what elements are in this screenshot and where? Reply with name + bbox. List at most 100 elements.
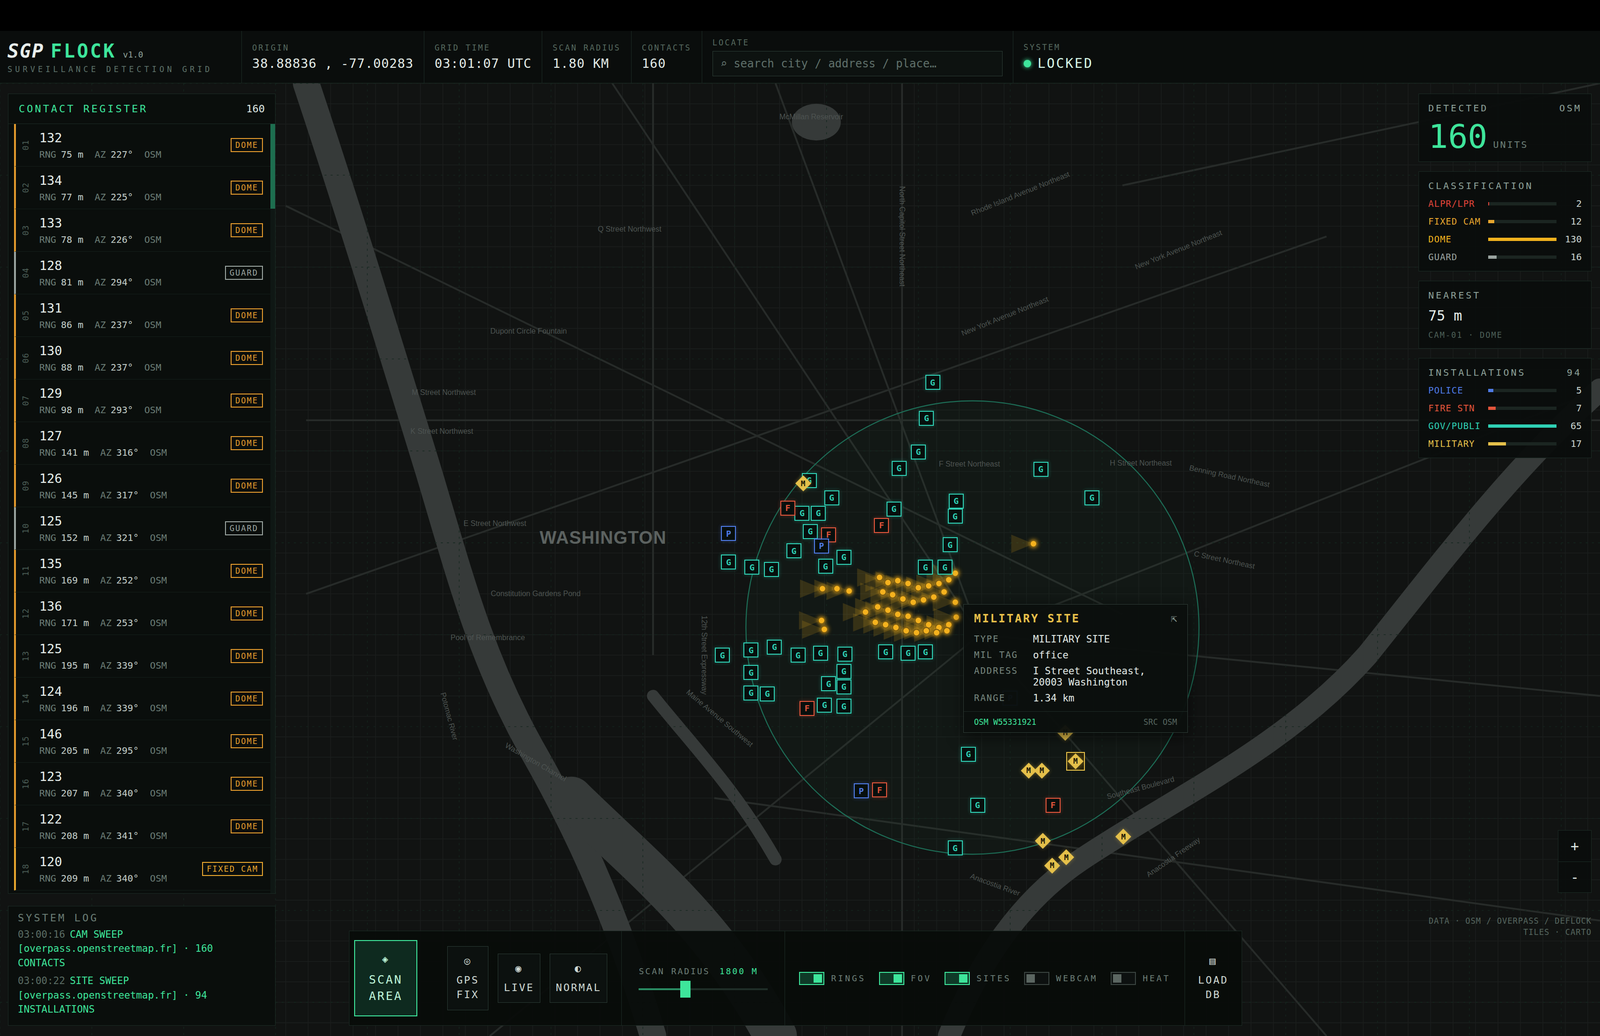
toggle-switch[interactable]	[799, 971, 825, 985]
layer-toggle[interactable]: FOV	[879, 971, 932, 985]
camera-contact[interactable]	[894, 576, 902, 585]
camera-contact[interactable]	[845, 587, 853, 595]
contact-row[interactable]: 09126RNG145 mAZ317°OSMDOME	[14, 464, 271, 508]
camera-contact[interactable]	[904, 579, 912, 588]
site-marker[interactable]: G	[837, 646, 853, 662]
site-marker[interactable]: G	[824, 490, 840, 506]
search-field[interactable]: ⌕	[712, 50, 1003, 77]
contact-row[interactable]: 12136RNG171 mAZ253°OSMDOME	[14, 592, 271, 635]
action-button[interactable]: ◉LIVE	[497, 953, 541, 1004]
site-marker[interactable]: P	[853, 783, 869, 799]
contact-row[interactable]: 04128RNG81 mAZ294°OSMGUARD	[14, 251, 271, 295]
site-marker[interactable]: M	[1032, 761, 1052, 780]
camera-contact[interactable]	[951, 598, 960, 606]
camera-contact[interactable]	[820, 625, 829, 633]
camera-contact[interactable]	[922, 626, 931, 635]
site-marker[interactable]: G	[786, 543, 802, 559]
radius-slider[interactable]: SCAN RADIUS1800 M	[621, 930, 786, 1026]
site-marker[interactable]: M	[1066, 751, 1085, 771]
site-marker[interactable]: G	[836, 698, 852, 714]
zoom-button[interactable]: +	[1558, 830, 1592, 862]
site-marker[interactable]: G	[816, 697, 832, 713]
camera-contact[interactable]	[875, 573, 884, 582]
site-marker[interactable]: G	[836, 663, 852, 679]
camera-contact[interactable]	[879, 588, 887, 596]
contact-row[interactable]: 06130RNG88 mAZ237°OSMDOME	[14, 336, 271, 380]
site-marker[interactable]: G	[818, 558, 834, 574]
camera-contact[interactable]	[1029, 539, 1038, 548]
site-marker[interactable]: G	[836, 549, 852, 565]
site-marker[interactable]: M	[793, 473, 813, 493]
site-marker[interactable]: G	[766, 639, 782, 655]
site-marker[interactable]: P	[720, 525, 736, 541]
site-marker[interactable]: G	[948, 493, 964, 509]
slider-thumb[interactable]	[680, 980, 691, 998]
site-marker[interactable]: M	[1113, 827, 1133, 846]
site-marker[interactable]: G	[917, 559, 933, 575]
contact-row[interactable]: 17122RNG208 mAZ341°OSMDOME	[14, 805, 271, 848]
site-marker[interactable]: P	[814, 538, 830, 554]
camera-contact[interactable]	[914, 583, 923, 592]
contact-row[interactable]: 08127RNG141 mAZ316°OSMDOME	[14, 421, 271, 465]
site-marker[interactable]: G	[836, 679, 852, 695]
camera-contact[interactable]	[909, 598, 917, 606]
scroll-thumb[interactable]	[270, 123, 276, 209]
contact-row[interactable]: 16123RNG207 mAZ340°OSMDOME	[14, 762, 271, 806]
search-input[interactable]	[732, 56, 995, 71]
camera-contact[interactable]	[904, 612, 912, 620]
site-marker[interactable]: G	[743, 664, 759, 680]
camera-contact[interactable]	[943, 626, 951, 635]
site-marker[interactable]: G	[970, 797, 986, 813]
site-marker[interactable]: F	[873, 517, 889, 533]
load-db-button[interactable]: ▤LOAD DB	[1184, 930, 1242, 1026]
site-marker[interactable]: G	[714, 647, 730, 663]
site-marker[interactable]: G	[960, 746, 976, 762]
camera-contact[interactable]	[919, 596, 928, 604]
camera-contact[interactable]	[912, 628, 921, 637]
camera-contact[interactable]	[873, 603, 882, 611]
camera-contact[interactable]	[930, 593, 938, 601]
site-marker[interactable]: M	[1056, 847, 1076, 867]
camera-contact[interactable]	[888, 590, 897, 599]
site-marker[interactable]: G	[900, 645, 916, 661]
site-marker[interactable]: M	[1033, 831, 1053, 851]
camera-contact[interactable]	[899, 595, 907, 603]
camera-contact[interactable]	[914, 616, 923, 625]
layer-toggle[interactable]: SITES	[944, 971, 1011, 985]
camera-contact[interactable]	[940, 588, 948, 596]
contact-row[interactable]: 01132RNG75 mAZ227°OSMDOME	[14, 123, 271, 167]
camera-contact[interactable]	[894, 610, 902, 619]
site-marker[interactable]: G	[759, 686, 775, 702]
site-marker[interactable]: G	[947, 840, 963, 856]
site-marker[interactable]: G	[720, 554, 736, 570]
site-marker[interactable]: G	[821, 676, 837, 691]
site-marker[interactable]: G	[942, 537, 958, 553]
site-marker[interactable]: G	[878, 644, 894, 660]
contact-row[interactable]: 02134RNG77 mAZ225°OSMDOME	[14, 166, 271, 210]
camera-contact[interactable]	[945, 575, 953, 584]
site-marker[interactable]: G	[744, 559, 760, 575]
camera-contact[interactable]	[892, 623, 900, 632]
site-marker[interactable]: G	[917, 644, 933, 660]
contact-row[interactable]: 03133RNG78 mAZ226°OSMDOME	[14, 209, 271, 252]
site-marker[interactable]: F	[1045, 797, 1061, 813]
contact-row[interactable]: 05131RNG86 mAZ237°OSMDOME	[14, 294, 271, 337]
layer-toggle[interactable]: HEAT	[1110, 971, 1171, 985]
site-marker[interactable]: G	[886, 501, 902, 517]
camera-contact[interactable]	[817, 616, 826, 625]
layer-toggle[interactable]: WEBCAM	[1024, 971, 1098, 985]
camera-contact[interactable]	[818, 584, 827, 593]
camera-contact[interactable]	[924, 581, 933, 590]
camera-contact[interactable]	[881, 620, 890, 629]
site-marker[interactable]: G	[794, 505, 810, 521]
site-marker[interactable]: F	[799, 700, 815, 716]
action-button[interactable]: ◐NORMAL	[549, 953, 608, 1004]
site-marker[interactable]: G	[802, 523, 818, 539]
contact-row[interactable]: 18120RNG209 mAZ340°OSMFIXED CAM	[14, 847, 271, 891]
site-marker[interactable]: F	[780, 500, 796, 516]
site-marker[interactable]: G	[763, 561, 779, 577]
camera-contact[interactable]	[884, 606, 892, 614]
site-marker[interactable]: G	[743, 642, 759, 658]
site-marker[interactable]: G	[937, 559, 953, 575]
contact-row[interactable]: 15146RNG205 mAZ295°OSMDOME	[14, 720, 271, 763]
